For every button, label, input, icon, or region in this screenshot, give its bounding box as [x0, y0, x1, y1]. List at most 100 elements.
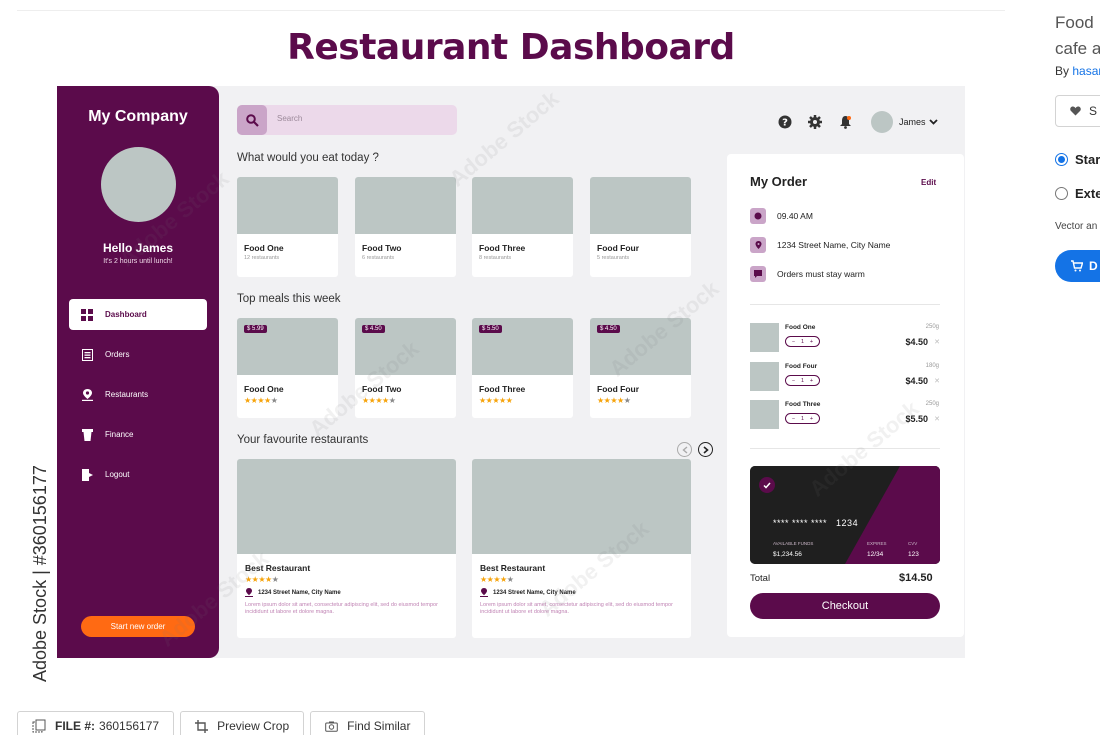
save-button[interactable]: S — [1055, 95, 1100, 127]
plus-icon[interactable]: + — [810, 416, 813, 422]
gear-icon[interactable] — [805, 112, 825, 132]
search-input[interactable]: Search — [277, 114, 302, 123]
meal-name: Food Three — [479, 384, 526, 394]
order-item-image — [750, 362, 779, 391]
file-id-button[interactable]: FILE #: 360156177 — [17, 711, 175, 735]
total-label: Total — [750, 573, 771, 584]
food-card[interactable]: Food Two 6 restaurants — [355, 177, 456, 277]
meal-card[interactable]: $ 5.99 Food One ★★★★★ — [237, 318, 338, 418]
sidebar-item-label: Restaurants — [105, 390, 149, 399]
preview-crop-button[interactable]: Preview Crop — [180, 711, 305, 735]
pin-icon — [480, 588, 488, 597]
author-link[interactable]: hasar — [1072, 64, 1100, 78]
divider — [750, 304, 940, 305]
find-similar-button[interactable]: Find Similar — [310, 711, 426, 735]
download-button[interactable]: D — [1055, 250, 1100, 282]
sidebar-item-orders[interactable]: Orders — [69, 339, 207, 370]
remove-icon[interactable]: ✕ — [934, 338, 940, 346]
food-card[interactable]: Food One 12 restaurants — [237, 177, 338, 277]
asset-author: By hasar — [1055, 64, 1100, 78]
license-extended-radio[interactable]: Exte — [1055, 186, 1100, 201]
restaurant-card[interactable]: Best Restaurant ★★★★★ 1234 Street Name, … — [237, 459, 456, 638]
meal-image: $ 4.50 — [355, 318, 456, 375]
star-rating: ★★★★★ — [597, 396, 631, 405]
food-image — [355, 177, 456, 234]
meal-card[interactable]: $ 5.50 Food Three ★★★★★ — [472, 318, 573, 418]
food-name: Food One — [244, 243, 284, 253]
restaurant-address: 1234 Street Name, City Name — [245, 588, 456, 597]
asset-title: Food cafe a — [1055, 13, 1100, 58]
section-title-top-meals: Top meals this week — [237, 293, 341, 305]
payment-card[interactable]: **** **** **** 1234 AVAILABLE FUNDS $1,2… — [750, 466, 940, 564]
meal-name: Food One — [244, 384, 284, 394]
divider — [750, 448, 940, 449]
plus-icon[interactable]: + — [810, 378, 813, 384]
avatar[interactable] — [871, 111, 893, 133]
section-title-eat-today: What would you eat today ? — [237, 152, 379, 164]
page-title: Restaurant Dashboard — [287, 27, 735, 68]
star-rating: ★★★★★ — [245, 575, 279, 584]
card-expires-label: EXPIRES — [867, 541, 887, 546]
arrow-right-icon[interactable] — [698, 442, 713, 457]
order-panel: My Order Edit 09.40 AM 1234 Street Name,… — [727, 154, 964, 637]
meal-image: $ 4.50 — [590, 318, 691, 375]
food-restaurant-count: 6 restaurants — [362, 255, 395, 261]
sidebar-item-finance[interactable]: Finance — [69, 419, 207, 450]
plus-icon[interactable]: + — [810, 339, 813, 345]
order-item-image — [750, 400, 779, 429]
card-funds-label: AVAILABLE FUNDS — [773, 541, 814, 546]
search-icon[interactable] — [237, 105, 267, 135]
quantity-stepper[interactable]: −1 + — [785, 413, 820, 424]
card-cvv: 123 — [908, 551, 919, 558]
price-badge: $ 4.50 — [597, 325, 620, 333]
food-image — [237, 177, 338, 234]
quantity-stepper[interactable]: −1 + — [785, 375, 820, 386]
license-standard-radio[interactable]: Star — [1055, 152, 1100, 167]
order-item-weight: 250g — [925, 401, 939, 407]
svg-text:?: ? — [782, 118, 788, 129]
sidebar-item-logout[interactable]: Logout — [69, 459, 207, 490]
image-preview: Restaurant Dashboard My Company Hello Ja… — [17, 10, 1005, 696]
watermark-id: Adobe Stock | #360156177 — [30, 465, 50, 682]
meal-card[interactable]: $ 4.50 Food Two ★★★★★ — [355, 318, 456, 418]
remove-icon[interactable]: ✕ — [934, 415, 940, 423]
start-new-order-button[interactable]: Start new order — [81, 616, 195, 637]
pin-icon — [81, 388, 93, 401]
card-cvv-label: CVV — [908, 541, 918, 546]
meal-card[interactable]: $ 4.50 Food Four ★★★★★ — [590, 318, 691, 418]
quantity-stepper[interactable]: −1 + — [785, 336, 820, 347]
search-bar[interactable]: Search — [237, 105, 457, 135]
order-item-price: $4.50 — [905, 337, 928, 347]
edit-order-link[interactable]: Edit — [921, 178, 936, 187]
food-image — [472, 177, 573, 234]
order-item-price: $4.50 — [905, 376, 928, 386]
meal-name: Food Two — [362, 384, 402, 394]
food-card[interactable]: Food Four 5 restaurants — [590, 177, 691, 277]
price-badge: $ 5.50 — [479, 325, 502, 333]
order-item: Food Four −1 + 180g $4.50 ✕ — [750, 362, 940, 392]
sidebar: My Company Hello James It's 2 hours unti… — [57, 86, 219, 658]
sidebar-item-dashboard[interactable]: Dashboard — [69, 299, 207, 330]
help-icon[interactable]: ? — [775, 112, 795, 132]
user-name[interactable]: James — [899, 117, 926, 127]
food-card[interactable]: Food Three 8 restaurants — [472, 177, 573, 277]
remove-icon[interactable]: ✕ — [934, 377, 940, 385]
sidebar-item-restaurants[interactable]: Restaurants — [69, 379, 207, 410]
price-badge: $ 4.50 — [362, 325, 385, 333]
restaurant-image — [237, 459, 456, 554]
stock-preview-page: Restaurant Dashboard My Company Hello Ja… — [0, 0, 1100, 735]
clock-icon — [750, 208, 766, 224]
grid-icon — [81, 308, 93, 321]
chevron-down-icon[interactable] — [928, 119, 938, 125]
minus-icon[interactable]: − — [792, 378, 795, 384]
greeting-subtitle: It's 2 hours until lunch! — [103, 258, 173, 265]
arrow-left-icon[interactable] — [677, 442, 692, 457]
cup-icon — [81, 428, 93, 441]
restaurant-image — [472, 459, 691, 554]
order-item-image — [750, 323, 779, 352]
restaurant-card[interactable]: Best Restaurant ★★★★★ 1234 Street Name, … — [472, 459, 691, 638]
bell-icon[interactable] — [835, 112, 855, 132]
minus-icon[interactable]: − — [792, 416, 795, 422]
checkout-button[interactable]: Checkout — [750, 593, 940, 619]
minus-icon[interactable]: − — [792, 339, 795, 345]
